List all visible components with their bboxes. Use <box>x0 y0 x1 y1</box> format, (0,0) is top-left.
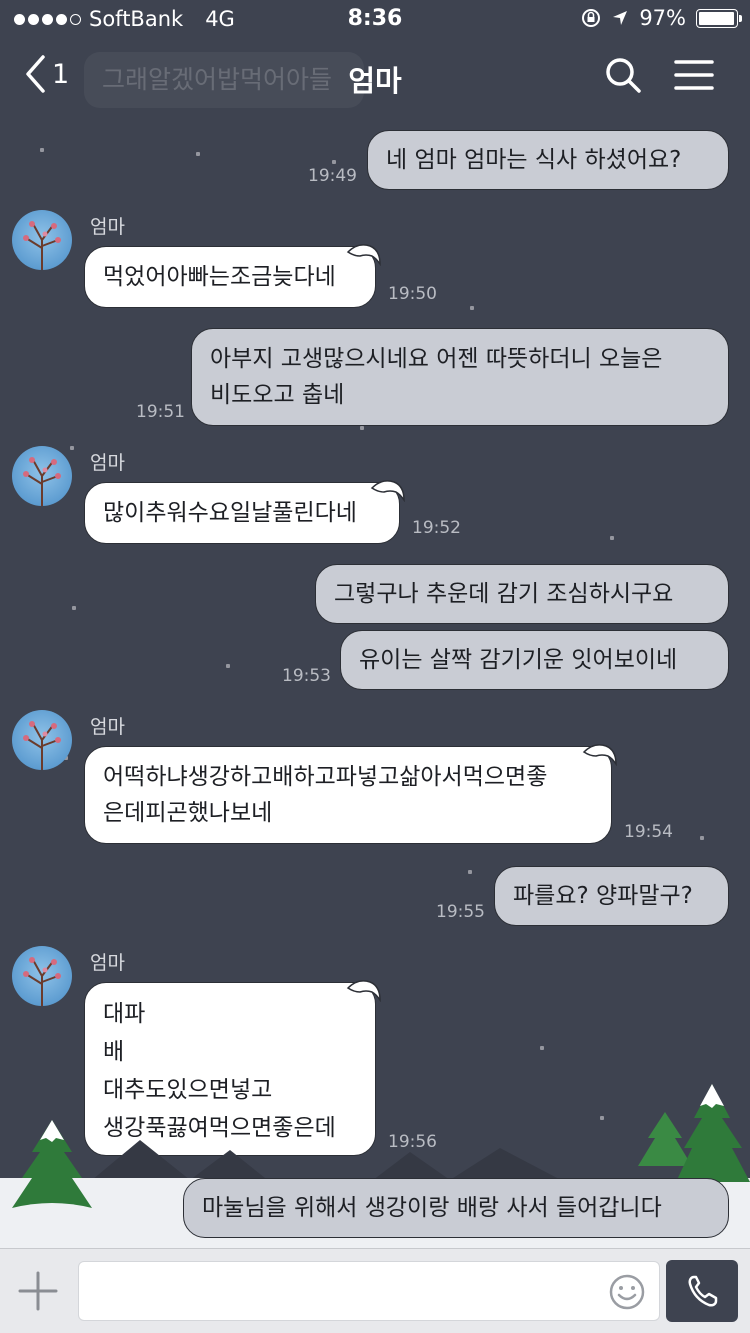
rotation-lock-icon <box>582 9 601 27</box>
avatar-photo <box>23 721 61 770</box>
sender-name: 엄마 <box>90 716 125 738</box>
incoming-message[interactable]: 어떡하냐생강하고배하고파넣고삶아서먹으면좋 은데피곤했나보네 <box>84 746 612 844</box>
pine-tree-decoration <box>12 1120 92 1214</box>
chat-area[interactable]: 19:49 네 엄마 엄마는 식사 하셨어요? 엄마 먹었어아빠는조금늦다네 1… <box>0 116 750 1246</box>
phone-icon <box>688 1275 718 1307</box>
battery-icon <box>696 8 742 28</box>
status-right: 97% <box>581 6 742 30</box>
outgoing-message[interactable]: 아부지 고생많으시네요 어젠 따뜻하더니 오늘은 비도오고 춥네 <box>191 328 729 426</box>
header-actions <box>604 56 714 94</box>
pine-tree-decoration <box>676 1084 750 1182</box>
plus-icon[interactable] <box>16 1269 60 1313</box>
snow-cap-decoration <box>346 244 381 266</box>
avatar-photo <box>23 957 61 1006</box>
avatar[interactable] <box>12 210 72 270</box>
avatar-photo <box>23 221 61 270</box>
snow-cap-decoration <box>370 480 405 502</box>
sender-name: 엄마 <box>90 452 125 474</box>
message-timestamp: 19:55 <box>436 902 485 922</box>
battery-percent: 97% <box>639 6 686 30</box>
message-timestamp: 19:50 <box>388 284 437 304</box>
message-timestamp: 19:53 <box>282 666 331 686</box>
search-icon[interactable] <box>604 56 642 94</box>
location-arrow-icon <box>613 11 628 25</box>
incoming-message[interactable]: 먹었어아빠는조금늦다네 <box>84 246 376 308</box>
call-button[interactable] <box>666 1260 738 1322</box>
avatar[interactable] <box>12 710 72 770</box>
outgoing-message[interactable]: 네 엄마 엄마는 식사 하셨어요? <box>367 130 729 190</box>
message-timestamp: 19:49 <box>308 166 357 186</box>
hamburger-menu-icon[interactable] <box>674 59 714 91</box>
incoming-message[interactable]: 많이추워수요일날풀린다네 <box>84 482 400 544</box>
outgoing-message[interactable]: 마눌님을 위해서 생강이랑 배랑 사서 들어갑니다 <box>183 1178 729 1238</box>
snow-cap-decoration <box>582 744 617 766</box>
sender-name: 엄마 <box>90 216 125 238</box>
avatar[interactable] <box>12 946 72 1006</box>
outgoing-message[interactable]: 유이는 살짝 감기기운 잇어보이네 <box>340 630 729 690</box>
status-bar: SoftBank 4G 8:36 97% <box>0 0 750 38</box>
chat-header: 그래알겠어밥먹어아들 1 엄마 <box>0 38 750 116</box>
message-timestamp: 19:51 <box>136 402 185 422</box>
avatar-photo <box>23 457 61 506</box>
message-input-bar <box>0 1248 750 1333</box>
message-timestamp: 19:54 <box>624 822 673 842</box>
message-timestamp: 19:52 <box>412 518 461 538</box>
sender-name: 엄마 <box>90 952 125 974</box>
snow-cap-decoration <box>346 980 381 1002</box>
message-input[interactable] <box>78 1261 660 1321</box>
smiley-icon[interactable] <box>609 1274 645 1310</box>
avatar[interactable] <box>12 446 72 506</box>
outgoing-message[interactable]: 그렇구나 추운데 감기 조심하시구요 <box>315 564 729 624</box>
outgoing-message[interactable]: 파를요? 양파말구? <box>494 866 729 926</box>
